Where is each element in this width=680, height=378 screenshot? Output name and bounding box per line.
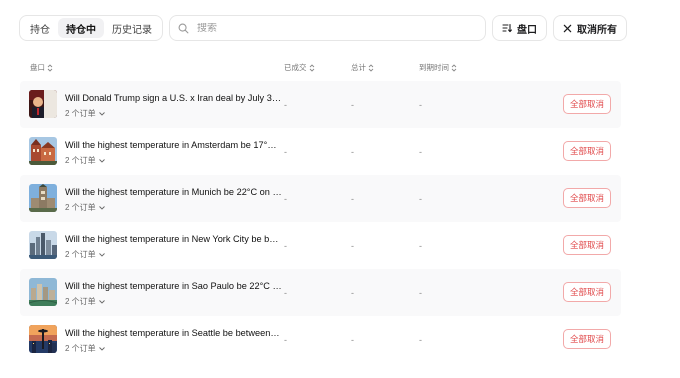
cancel-all-orders-button[interactable]: 全部取消 [563, 235, 611, 255]
market-thumbnail[interactable] [29, 90, 57, 118]
orders-count: 2 个订单 [65, 109, 96, 118]
search-icon [178, 23, 189, 33]
chevron-down-icon [98, 158, 105, 163]
cancel-all-orders-button[interactable]: 全部取消 [563, 94, 611, 114]
market-thumbnail[interactable] [29, 137, 57, 165]
expiry-value: - [419, 241, 422, 251]
filled-value: - [284, 335, 287, 345]
sort-toggle-icon [309, 63, 314, 72]
chevron-down-icon [98, 346, 105, 351]
column-header-market[interactable]: 盘口 [30, 62, 53, 73]
expiry-value: - [419, 335, 422, 345]
filled-value: - [284, 241, 287, 251]
sort-toggle-icon [368, 63, 374, 72]
cancel-all-orders-button[interactable]: 全部取消 [563, 188, 611, 208]
orders-count: 2 个订单 [65, 203, 96, 212]
market-thumbnail[interactable] [29, 231, 57, 259]
chevron-down-icon [98, 252, 105, 257]
sort-toggle-icon [47, 63, 53, 72]
chevron-down-icon [98, 205, 105, 210]
chevron-down-icon [98, 299, 105, 304]
market-thumbnail[interactable] [29, 184, 57, 212]
sao-paulo-photo-image [29, 278, 57, 306]
total-value: - [351, 194, 354, 204]
market-sort-button[interactable]: 盘口 [492, 15, 547, 41]
orders-count-toggle[interactable]: 2 个订单 [65, 202, 105, 213]
orders-count-toggle[interactable]: 2 个订单 [65, 296, 105, 307]
cancel-all-label: 取消所有 [577, 24, 617, 36]
sort-icon [502, 23, 512, 33]
column-total-label: 总计 [351, 63, 366, 72]
market-thumbnail[interactable] [29, 278, 57, 306]
cancel-all-orders-button[interactable]: 全部取消 [563, 282, 611, 302]
orders-table-body: Will Donald Trump sign a U.S. x Iran dea… [20, 81, 621, 363]
new-york-photo-image [29, 231, 57, 259]
close-icon [563, 24, 572, 32]
market-title[interactable]: Will Donald Trump sign a U.S. x Iran dea… [65, 93, 282, 103]
market-title[interactable]: Will the highest temperature in Seattle … [65, 328, 282, 338]
market-title[interactable]: Will the highest temperature in Munich b… [65, 187, 282, 197]
tab-history[interactable]: 历史记录 [104, 18, 160, 38]
filled-value: - [284, 194, 287, 204]
market-title[interactable]: Will the highest temperature in Amsterda… [65, 140, 282, 150]
column-filled-label: 已成交 [284, 63, 307, 72]
column-expiry-label: 到期时间 [419, 63, 449, 72]
trump-photo-image [29, 90, 57, 118]
search-box[interactable] [169, 15, 486, 41]
expiry-value: - [419, 147, 422, 157]
market-title[interactable]: Will the highest temperature in New York… [65, 234, 282, 244]
expiry-value: - [419, 100, 422, 110]
filled-value: - [284, 100, 287, 110]
table-header: 盘口 已成交 总计 到期时间 [30, 62, 630, 74]
toolbar: 持仓 持仓中 历史记录 盘口 取消所有 [19, 15, 627, 41]
column-market-label: 盘口 [30, 63, 45, 72]
search-input[interactable] [197, 22, 477, 34]
table-row[interactable]: Will the highest temperature in Amsterda… [20, 128, 621, 175]
orders-count: 2 个订单 [65, 297, 96, 306]
expiry-value: - [419, 288, 422, 298]
column-header-filled[interactable]: 已成交 [284, 62, 315, 73]
tab-positions[interactable]: 持仓 [22, 18, 58, 38]
column-header-total[interactable]: 总计 [351, 62, 374, 73]
orders-count-toggle[interactable]: 2 个订单 [65, 108, 105, 119]
tab-group: 持仓 持仓中 历史记录 [19, 15, 163, 41]
orders-count: 2 个订单 [65, 156, 96, 165]
cancel-all-button[interactable]: 取消所有 [553, 15, 627, 41]
orders-count-toggle[interactable]: 2 个订单 [65, 343, 105, 354]
total-value: - [351, 288, 354, 298]
orders-count-toggle[interactable]: 2 个订单 [65, 249, 105, 260]
tab-open-orders[interactable]: 持仓中 [58, 18, 104, 38]
table-row[interactable]: Will the highest temperature in New York… [20, 222, 621, 269]
market-title[interactable]: Will the highest temperature in Sao Paul… [65, 281, 282, 291]
filled-value: - [284, 147, 287, 157]
market-sort-label: 盘口 [517, 24, 537, 36]
cancel-all-orders-button[interactable]: 全部取消 [563, 141, 611, 161]
table-row[interactable]: Will Donald Trump sign a U.S. x Iran dea… [20, 81, 621, 128]
table-row[interactable]: Will the highest temperature in Sao Paul… [20, 269, 621, 316]
expiry-value: - [419, 194, 422, 204]
chevron-down-icon [98, 111, 105, 116]
munich-photo-image [29, 184, 57, 212]
orders-count: 2 个订单 [65, 250, 96, 259]
sort-toggle-icon [451, 63, 457, 72]
filled-value: - [284, 288, 287, 298]
total-value: - [351, 335, 354, 345]
total-value: - [351, 147, 354, 157]
total-value: - [351, 241, 354, 251]
column-header-expiry[interactable]: 到期时间 [419, 62, 457, 73]
cancel-all-orders-button[interactable]: 全部取消 [563, 329, 611, 349]
orders-count: 2 个订单 [65, 344, 96, 353]
orders-count-toggle[interactable]: 2 个订单 [65, 155, 105, 166]
table-row[interactable]: Will the highest temperature in Munich b… [20, 175, 621, 222]
seattle-photo-image [29, 325, 57, 353]
table-row[interactable]: Will the highest temperature in Seattle … [20, 316, 621, 363]
market-thumbnail[interactable] [29, 325, 57, 353]
amsterdam-photo-image [29, 137, 57, 165]
total-value: - [351, 100, 354, 110]
